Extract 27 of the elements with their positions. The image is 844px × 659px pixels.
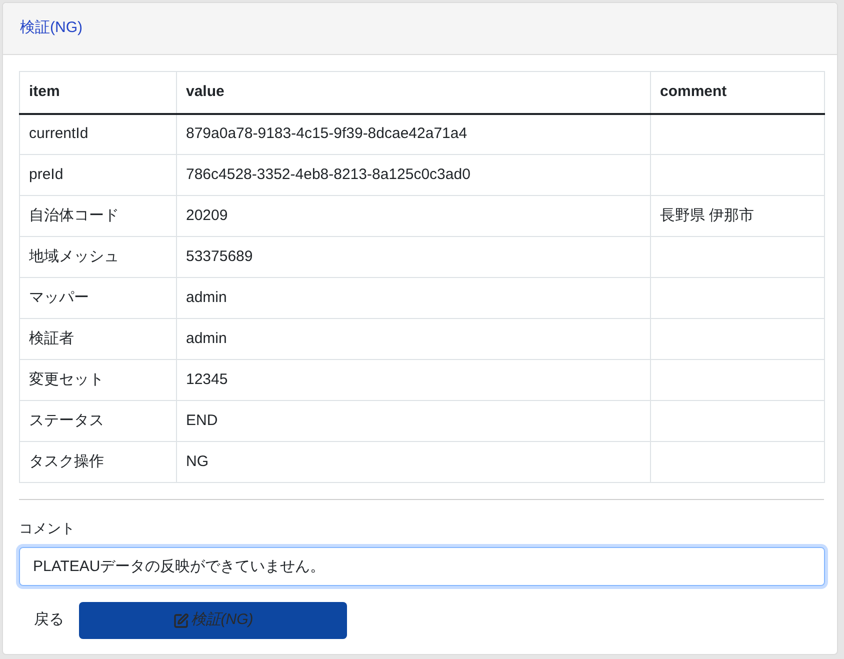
card-title: 検証(NG) (20, 18, 82, 38)
column-header: value (176, 72, 650, 114)
column-header: comment (650, 72, 824, 114)
table-cell: マッパー (20, 278, 176, 318)
table-cell: END (176, 400, 650, 442)
edit-icon (172, 612, 189, 628)
table-cell: admin (176, 318, 650, 360)
table-cell: 変更セット (20, 360, 176, 400)
table-cell: NG (176, 442, 650, 482)
table-cell: 長野県 伊那市 (650, 196, 824, 236)
table-cell: 12345 (176, 360, 650, 400)
table-cell: preId (20, 154, 176, 196)
table-cell: 自治体コード (20, 196, 176, 236)
table-cell: 53375689 (176, 236, 650, 278)
table-cell: 20209 (176, 196, 650, 236)
table-cell: 検証者 (20, 318, 176, 360)
comment-input-field[interactable]: PLATEAUデータの反映ができていません。 (19, 547, 825, 586)
table-cell: タスク操作 (20, 442, 176, 482)
back-link[interactable]: 戻る (19, 602, 79, 639)
table-cell: 地域メッシュ (20, 236, 176, 278)
table-cell: 786c4528-3352-4eb8-8213-8a125c0c3ad0 (176, 154, 650, 196)
table-cell: 879a0a78-9183-4c15-9f39-8dcae42a71a4 (176, 114, 650, 154)
table-cell: currentId (20, 114, 176, 154)
column-header: item (20, 72, 176, 114)
comment-label: コメント (19, 519, 75, 538)
table-cell: ステータス (20, 400, 176, 442)
table-cell: admin (176, 278, 650, 318)
